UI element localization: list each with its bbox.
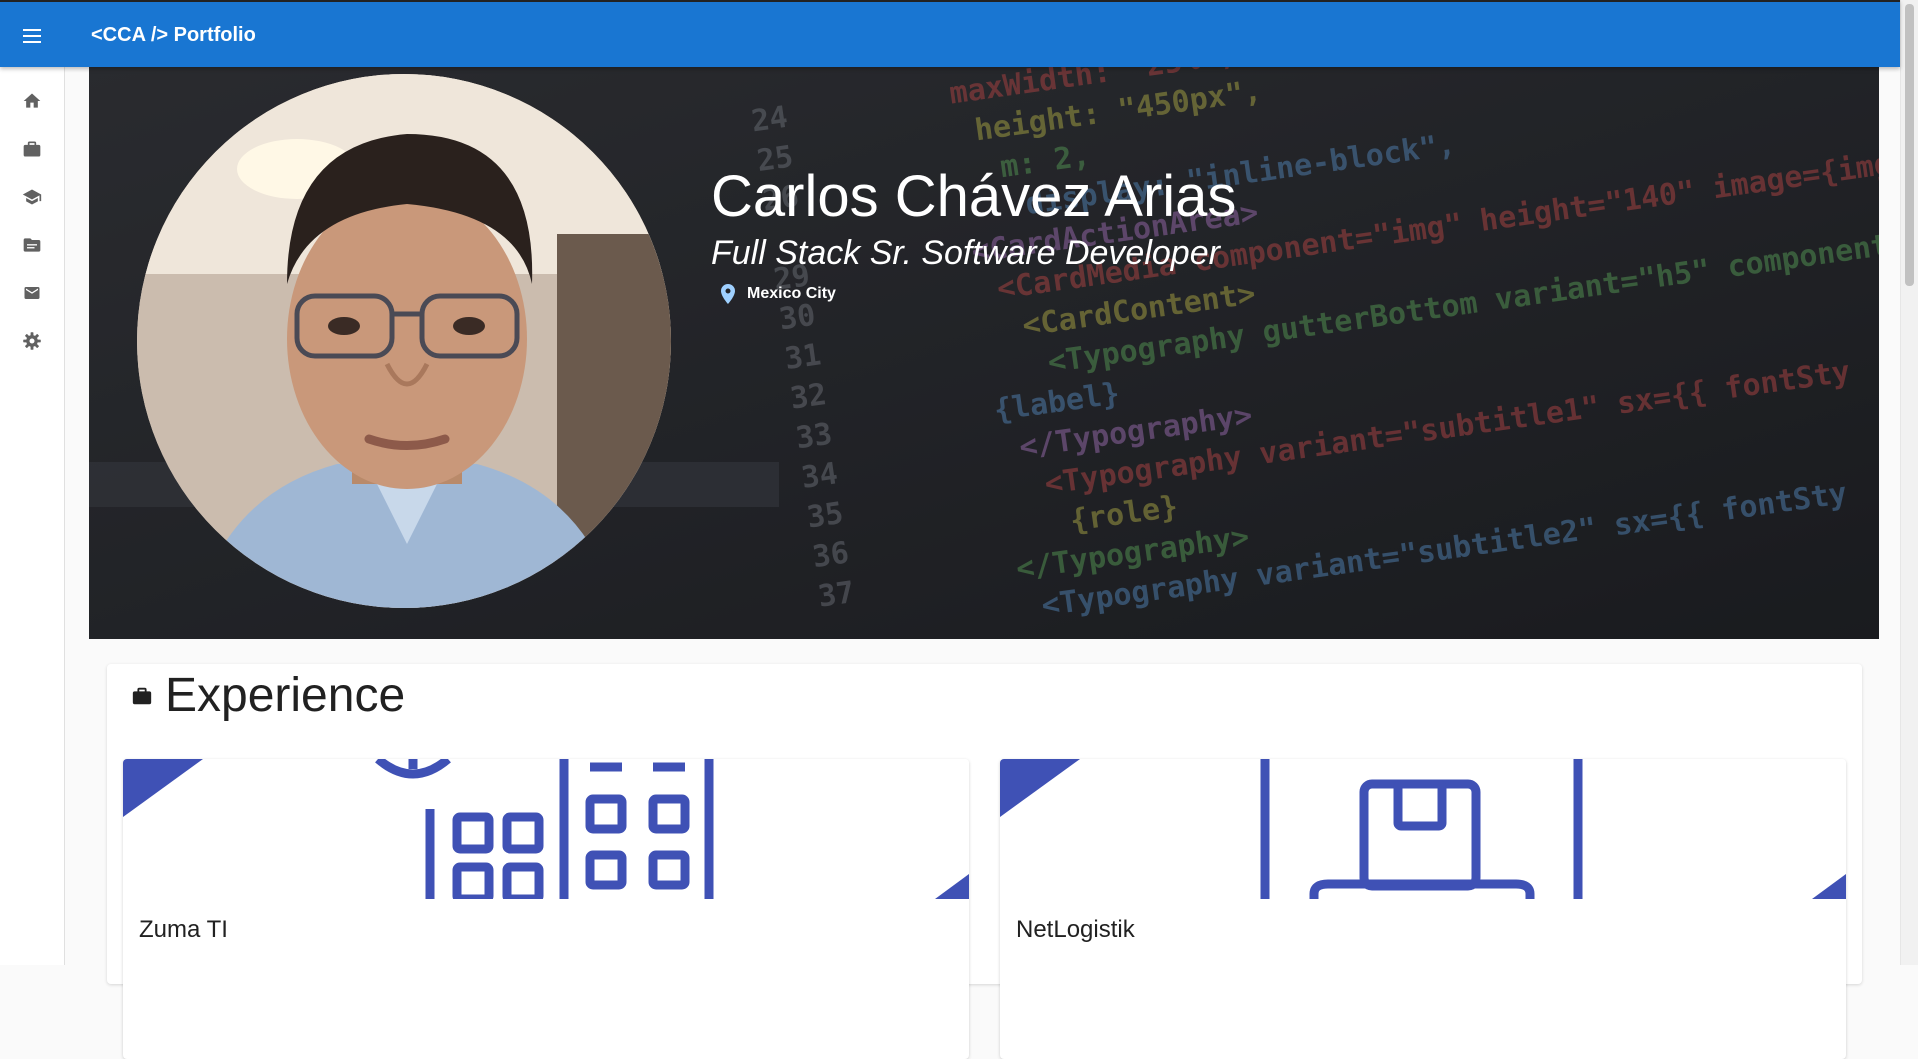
location-pin-icon — [721, 284, 735, 304]
profile-role: Full Stack Sr. Software Developer — [711, 234, 1220, 272]
package-icon — [1000, 759, 1846, 899]
experience-section: Experience Zuma TI NetLogistik — [107, 664, 1862, 1059]
nav-item-home[interactable] — [12, 81, 52, 121]
scrollbar-thumb[interactable] — [1905, 4, 1914, 286]
profile-name: Carlos Chávez Arias — [711, 164, 1237, 229]
nav-item-experience[interactable] — [12, 129, 52, 169]
profile-photo — [137, 74, 671, 608]
job-card-zuma[interactable]: Zuma TI — [123, 759, 969, 1059]
job-company: Zuma TI — [139, 916, 228, 943]
briefcase-icon — [23, 141, 41, 157]
job-card-netlogistik[interactable]: NetLogistik — [1000, 759, 1846, 1059]
building-icon — [123, 759, 969, 899]
page-scrollbar[interactable] — [1900, 0, 1918, 965]
menu-icon — [23, 29, 41, 43]
job-company: NetLogistik — [1016, 916, 1135, 943]
navigation-drawer — [0, 67, 65, 965]
gear-icon — [23, 332, 41, 350]
location-text: Mexico City — [747, 285, 836, 302]
experience-header: Experience — [131, 668, 405, 723]
school-icon — [22, 189, 42, 205]
nav-item-education[interactable] — [12, 177, 52, 217]
nav-item-projects[interactable] — [12, 225, 52, 265]
profile-location: Mexico City — [721, 284, 836, 304]
nav-item-settings[interactable] — [12, 321, 52, 361]
app-bar: <CCA /> Portfolio — [0, 0, 1900, 67]
home-icon — [23, 93, 41, 108]
briefcase-icon — [132, 687, 152, 704]
app-title[interactable]: <CCA /> Portfolio — [91, 24, 256, 47]
experience-title: Experience — [165, 669, 406, 722]
folder-icon — [23, 238, 41, 252]
mail-icon — [24, 287, 40, 299]
nav-item-contact[interactable] — [12, 273, 52, 313]
hero-banner: 24 maxWidth: "25%", 25 height: "450px", 26 m:… — [89, 67, 1879, 639]
menu-button[interactable] — [16, 20, 48, 52]
